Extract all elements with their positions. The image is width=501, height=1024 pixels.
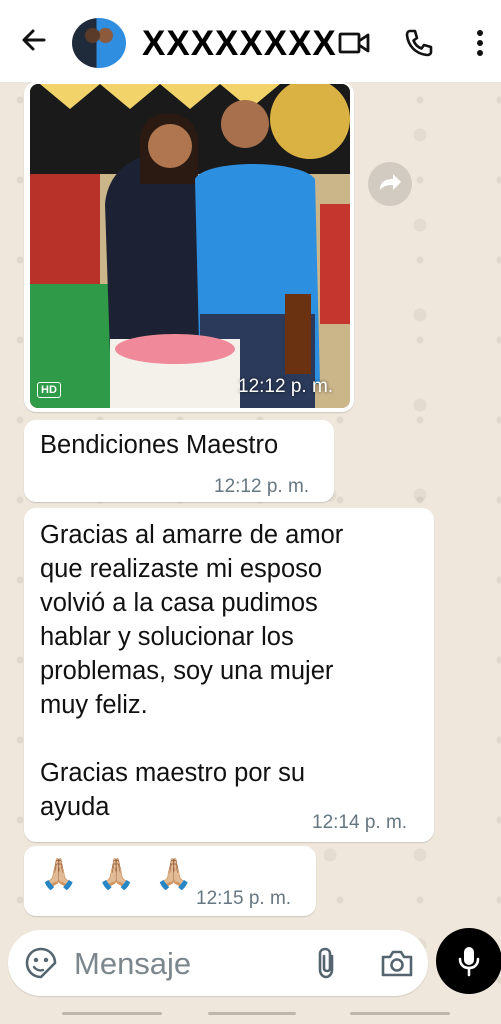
nav-indicator [208, 1012, 296, 1015]
message-text: Bendiciones Maestro [40, 431, 279, 459]
nav-indicator [62, 1012, 162, 1015]
chat-header: XXXXXXXX [0, 0, 501, 83]
message-line [40, 722, 343, 756]
video-camera-icon[interactable] [338, 30, 370, 56]
nav-indicator [350, 1012, 450, 1015]
arrow-left-icon[interactable] [20, 26, 48, 54]
contact-name[interactable]: XXXXXXXX [142, 22, 337, 66]
sticker-icon[interactable] [24, 946, 58, 980]
message-line: problemas, soy una mujer [40, 657, 334, 685]
message-text-block: Gracias al amarre de amor que realizaste… [40, 518, 343, 824]
system-nav-bar [0, 1004, 501, 1024]
forward-arrow-icon [380, 174, 401, 190]
message-input[interactable] [74, 946, 294, 982]
microphone-icon [458, 947, 480, 977]
message-timestamp: 12:15 p. m. [196, 888, 292, 909]
message-line: Gracias al amarre de amor [40, 521, 344, 549]
message-line: volvió a la casa pudimos [40, 589, 318, 617]
message-line: hablar y solucionar los [40, 623, 294, 651]
message-line: muy feliz. [40, 691, 148, 719]
forward-icon[interactable] [368, 162, 412, 206]
hd-badge: HD [37, 382, 61, 398]
paperclip-icon[interactable] [312, 946, 342, 980]
phone-icon[interactable] [404, 28, 434, 58]
photo-illustration [30, 84, 350, 408]
camera-icon[interactable] [380, 948, 414, 978]
more-vertical-icon[interactable] [466, 28, 494, 58]
message-line: ayuda [40, 793, 110, 821]
message-timestamp: 12:12 p. m. [214, 476, 310, 497]
message-photo[interactable] [30, 84, 350, 408]
voice-message-button[interactable] [436, 928, 501, 994]
message-timestamp: 12:12 p. m. [238, 376, 334, 397]
message-line: Gracias maestro por su [40, 759, 306, 787]
message-line: que realizaste mi esposo [40, 555, 323, 583]
message-emoji: 🙏🏼 🙏🏼 🙏🏼 [40, 858, 199, 891]
avatar[interactable] [72, 18, 126, 68]
message-timestamp: 12:14 p. m. [312, 812, 408, 833]
